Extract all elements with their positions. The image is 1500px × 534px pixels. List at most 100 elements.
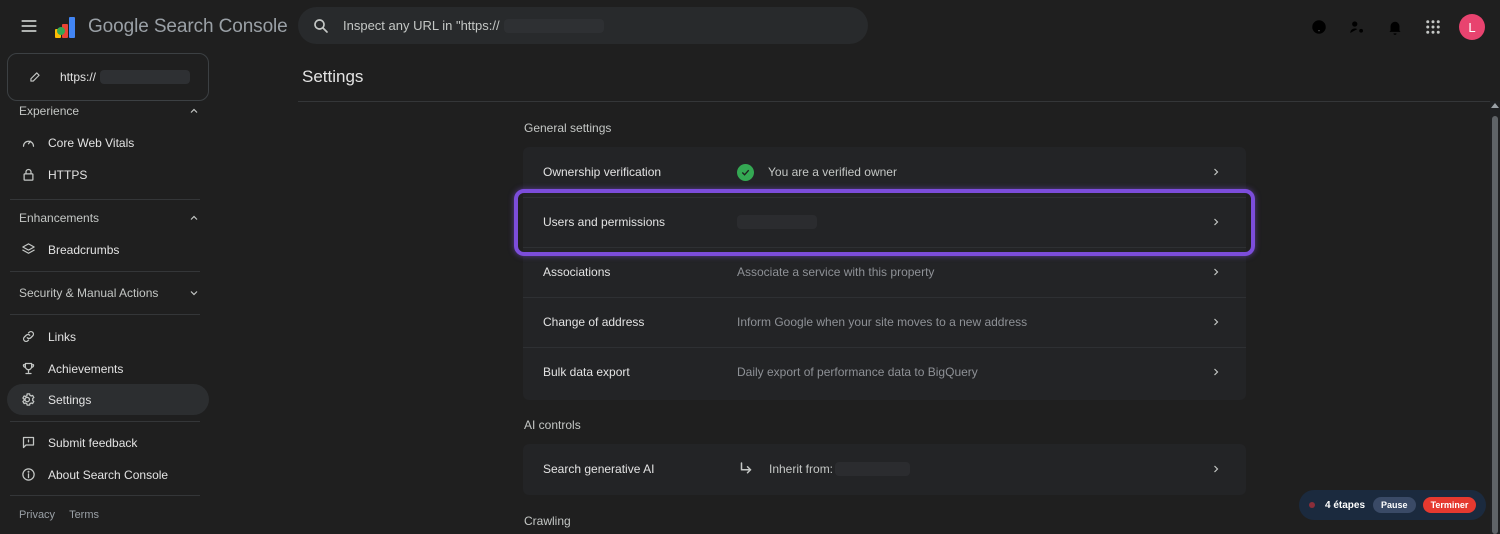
gear-icon bbox=[20, 392, 36, 408]
redacted-url bbox=[503, 18, 604, 33]
terms-link[interactable]: Terms bbox=[69, 509, 99, 521]
recording-steps: 4 étapes bbox=[1325, 499, 1366, 511]
property-selector[interactable]: https:// bbox=[7, 53, 209, 101]
recording-widget: 4 étapes Pause Terminer bbox=[1299, 490, 1486, 520]
top-bar: Google Search Console Inspect any URL in… bbox=[0, 0, 1500, 52]
sidebar-divider bbox=[10, 495, 200, 496]
section-experience-label: Experience bbox=[19, 104, 80, 118]
layers-icon bbox=[20, 242, 36, 258]
sidebar-item-label: Settings bbox=[48, 392, 92, 407]
feedback-icon bbox=[20, 435, 36, 451]
sidebar-item-submit-feedback[interactable]: Submit feedback bbox=[7, 427, 209, 458]
subdirectory-arrow-icon bbox=[737, 460, 755, 478]
sidebar-item-label: Links bbox=[48, 329, 77, 344]
search-generative-ai-row[interactable]: Search generative AI Inherit from: bbox=[523, 444, 1246, 494]
sidebar-item-label: Submit feedback bbox=[48, 435, 138, 450]
chevron-right-icon bbox=[1210, 316, 1222, 328]
chevron-up-icon bbox=[188, 105, 200, 117]
redacted-inherit bbox=[835, 462, 911, 476]
manage-users-icon[interactable] bbox=[1345, 15, 1369, 39]
notifications-bell-icon[interactable] bbox=[1383, 15, 1407, 39]
sidebar-divider bbox=[10, 314, 200, 315]
scroll-up-arrow-icon[interactable] bbox=[1491, 103, 1499, 108]
row-name: Bulk data export bbox=[543, 365, 630, 379]
trophy-icon bbox=[20, 361, 36, 377]
section-experience[interactable]: Experience bbox=[0, 99, 209, 123]
link-icon bbox=[28, 70, 42, 84]
sidebar-item-label: Breadcrumbs bbox=[48, 242, 120, 257]
row-description: Inherit from: bbox=[737, 460, 911, 478]
url-inspection-search[interactable]: Inspect any URL in "https:// bbox=[298, 7, 868, 44]
privacy-link[interactable]: Privacy bbox=[19, 509, 55, 521]
sidebar-item-https[interactable]: HTTPS bbox=[7, 159, 209, 190]
pause-button[interactable]: Pause bbox=[1373, 497, 1416, 513]
row-name: Ownership verification bbox=[543, 165, 662, 179]
row-description: You are a verified owner bbox=[737, 163, 897, 181]
chevron-right-icon bbox=[1210, 216, 1222, 228]
row-name: Change of address bbox=[543, 315, 645, 329]
sidebar-item-label: Core Web Vitals bbox=[48, 135, 135, 150]
chevron-down-icon bbox=[188, 287, 200, 299]
chevron-up-icon bbox=[188, 212, 200, 224]
sidebar-item-core-web-vitals[interactable]: Core Web Vitals bbox=[7, 127, 209, 158]
chevron-right-icon bbox=[1210, 266, 1222, 278]
bulk-data-export-row[interactable]: Bulk data export Daily export of perform… bbox=[523, 347, 1246, 397]
redacted-property bbox=[100, 70, 191, 84]
row-name: Associations bbox=[543, 265, 611, 279]
title-divider bbox=[298, 101, 1490, 102]
inherit-text: Inherit from: bbox=[769, 462, 834, 476]
main-menu-button[interactable] bbox=[16, 13, 42, 39]
sidebar-item-about[interactable]: About Search Console bbox=[7, 459, 209, 490]
account-avatar[interactable]: L bbox=[1459, 14, 1485, 40]
row-description: Associate a service with this property bbox=[737, 265, 935, 279]
general-settings-card: Ownership verification You are a verifie… bbox=[523, 147, 1246, 400]
page-title: Settings bbox=[302, 67, 364, 86]
redacted-users bbox=[737, 215, 817, 229]
info-icon bbox=[20, 467, 36, 483]
chevron-right-icon bbox=[1210, 166, 1222, 178]
speedometer-icon bbox=[20, 135, 36, 151]
section-enhancements-label: Enhancements bbox=[19, 211, 100, 225]
sidebar-footer: Privacy Terms bbox=[19, 509, 113, 521]
row-name: Users and permissions bbox=[543, 215, 666, 229]
ai-controls-heading: AI controls bbox=[524, 418, 581, 432]
chevron-right-icon bbox=[1210, 463, 1222, 475]
help-icon[interactable] bbox=[1307, 15, 1331, 39]
apps-grid-icon[interactable] bbox=[1421, 15, 1445, 39]
lock-icon bbox=[20, 167, 36, 183]
section-enhancements[interactable]: Enhancements bbox=[0, 206, 209, 230]
search-placeholder: Inspect any URL in "https:// bbox=[343, 18, 500, 33]
section-security-manual-actions[interactable]: Security & Manual Actions bbox=[0, 281, 209, 305]
scrollbar-thumb[interactable] bbox=[1492, 116, 1498, 534]
row-description: Daily export of performance data to BigQ… bbox=[737, 365, 978, 379]
sidebar-divider bbox=[10, 199, 200, 200]
hamburger-icon bbox=[19, 16, 39, 36]
verified-check-icon bbox=[737, 163, 754, 181]
section-security-label: Security & Manual Actions bbox=[19, 286, 159, 300]
row-name: Search generative AI bbox=[543, 462, 655, 476]
property-url: https:// bbox=[60, 70, 97, 84]
sidebar-divider bbox=[10, 421, 200, 422]
row-description bbox=[737, 215, 817, 229]
ownership-verification-row[interactable]: Ownership verification You are a verifie… bbox=[523, 147, 1246, 197]
verified-text: You are a verified owner bbox=[768, 165, 897, 179]
crawling-heading: Crawling bbox=[524, 514, 571, 528]
sidebar-item-links[interactable]: Links bbox=[7, 321, 209, 352]
sidebar-item-label: HTTPS bbox=[48, 167, 88, 182]
app-title: Google Search Console bbox=[88, 16, 288, 37]
sidebar-divider bbox=[10, 271, 200, 272]
general-settings-heading: General settings bbox=[524, 121, 612, 135]
change-of-address-row[interactable]: Change of address Inform Google when you… bbox=[523, 297, 1246, 347]
associations-row[interactable]: Associations Associate a service with th… bbox=[523, 247, 1246, 297]
ai-controls-card: Search generative AI Inherit from: bbox=[523, 444, 1246, 495]
search-console-logo-icon[interactable] bbox=[53, 14, 81, 40]
sidebar-item-label: Achievements bbox=[48, 361, 124, 376]
users-and-permissions-row[interactable]: Users and permissions bbox=[523, 197, 1246, 247]
finish-button[interactable]: Terminer bbox=[1422, 497, 1477, 513]
sidebar-item-achievements[interactable]: Achievements bbox=[7, 353, 209, 384]
sidebar-item-label: About Search Console bbox=[48, 467, 169, 482]
link-chain-icon bbox=[20, 329, 36, 345]
row-description: Inform Google when your site moves to a … bbox=[737, 315, 1028, 329]
sidebar-item-settings[interactable]: Settings bbox=[7, 384, 209, 415]
sidebar-item-breadcrumbs[interactable]: Breadcrumbs bbox=[7, 234, 209, 265]
